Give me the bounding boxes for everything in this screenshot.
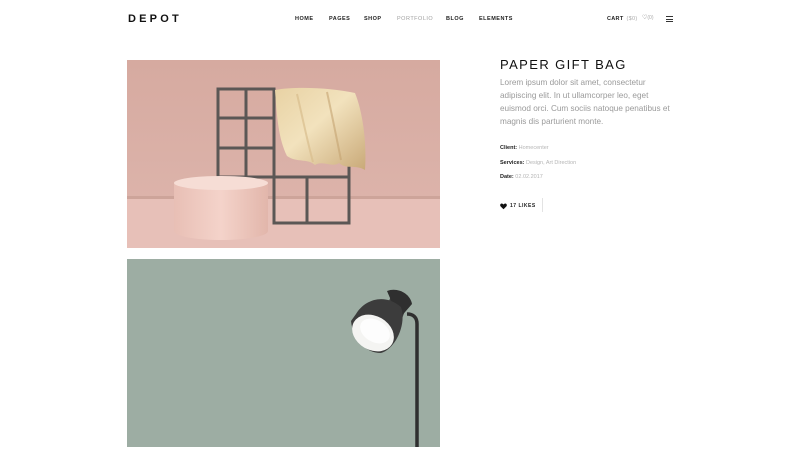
pedestal-scene-graphic <box>127 60 440 248</box>
meta-client-value[interactable]: Homecenter <box>519 145 549 151</box>
meta-date-label: Date: <box>500 174 514 180</box>
cart-label: CART <box>607 16 624 22</box>
nav-pages[interactable]: PAGES <box>329 16 350 22</box>
cart-link[interactable]: CART ($0) <box>607 16 637 22</box>
site-header: DEPOT HOME PAGES SHOP PORTFOLIO BLOG ELE… <box>0 0 800 40</box>
cart-amount: ($0) <box>626 16 638 22</box>
meta-date-value: 02.02.2017 <box>515 174 543 180</box>
meta-client: Client: Homecenter <box>500 145 549 151</box>
share-divider <box>542 198 543 212</box>
meta-date: Date: 02.02.2017 <box>500 174 543 180</box>
project-image-pedestal <box>127 60 440 248</box>
meta-services-value: Design, Art Direction <box>526 160 577 166</box>
nav-portfolio[interactable]: PORTFOLIO <box>397 16 433 22</box>
nav-shop[interactable]: SHOP <box>364 16 382 22</box>
meta-services: Services: Design, Art Direction <box>500 160 576 166</box>
project-title: PAPER GIFT BAG <box>500 57 627 72</box>
meta-services-label: Services: <box>500 160 525 166</box>
likes-count: 17 LIKES <box>510 203 536 209</box>
nav-blog[interactable]: BLOG <box>446 16 464 22</box>
hamburger-menu-icon[interactable] <box>666 16 673 22</box>
project-description: Lorem ipsum dolor sit amet, consectetur … <box>500 78 670 126</box>
main-nav: HOME PAGES SHOP PORTFOLIO BLOG ELEMENTS <box>0 16 800 26</box>
meta-client-label: Client: <box>500 145 518 151</box>
project-image-lamp <box>127 259 440 447</box>
lamp-scene-graphic <box>127 259 440 447</box>
nav-elements[interactable]: ELEMENTS <box>479 16 513 22</box>
nav-home[interactable]: HOME <box>295 16 314 22</box>
wishlist-link[interactable]: ♡(0) <box>642 14 654 21</box>
heart-icon <box>500 203 507 210</box>
wishlist-count: (0) <box>647 15 654 21</box>
